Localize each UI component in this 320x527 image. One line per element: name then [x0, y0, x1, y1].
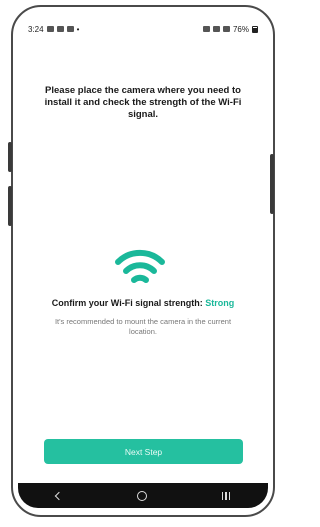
signal-strength-value: Strong	[205, 298, 235, 308]
more-notifications-icon: •	[76, 24, 80, 34]
phone-screen: 3:24 • 76% Please place the camera where…	[18, 18, 268, 508]
status-left: 3:24 •	[28, 25, 79, 34]
navigation-bar	[18, 483, 268, 508]
signal-strength-label: Confirm your Wi-Fi signal strength:	[51, 298, 203, 308]
recommendation-text: It's recommended to mount the camera in …	[54, 317, 232, 336]
instruction-text: Please place the camera where you need t…	[44, 85, 242, 120]
next-step-button[interactable]: Next Step	[44, 439, 243, 464]
wifi-status-icon	[212, 26, 220, 32]
back-icon[interactable]	[54, 491, 63, 500]
gallery-notification-icon	[46, 26, 54, 32]
app-notification-icon-2	[66, 26, 74, 32]
volume-up-button	[8, 142, 12, 172]
app-notification-icon	[56, 26, 64, 32]
volume-down-button	[8, 186, 12, 226]
status-time: 3:24	[28, 24, 44, 34]
battery-icon	[252, 25, 258, 33]
signal-strength-line: Confirm your Wi-Fi signal strength: Stro…	[18, 298, 268, 308]
power-button	[270, 154, 274, 214]
wifi-icon	[115, 249, 165, 283]
status-right: 76%	[202, 24, 258, 34]
status-bar: 3:24 • 76%	[18, 22, 268, 36]
cellular-signal-icon	[222, 26, 230, 32]
lock-icon	[202, 26, 210, 32]
battery-percent: 76%	[232, 24, 249, 34]
recents-icon[interactable]	[221, 491, 231, 500]
home-icon[interactable]	[136, 490, 147, 501]
